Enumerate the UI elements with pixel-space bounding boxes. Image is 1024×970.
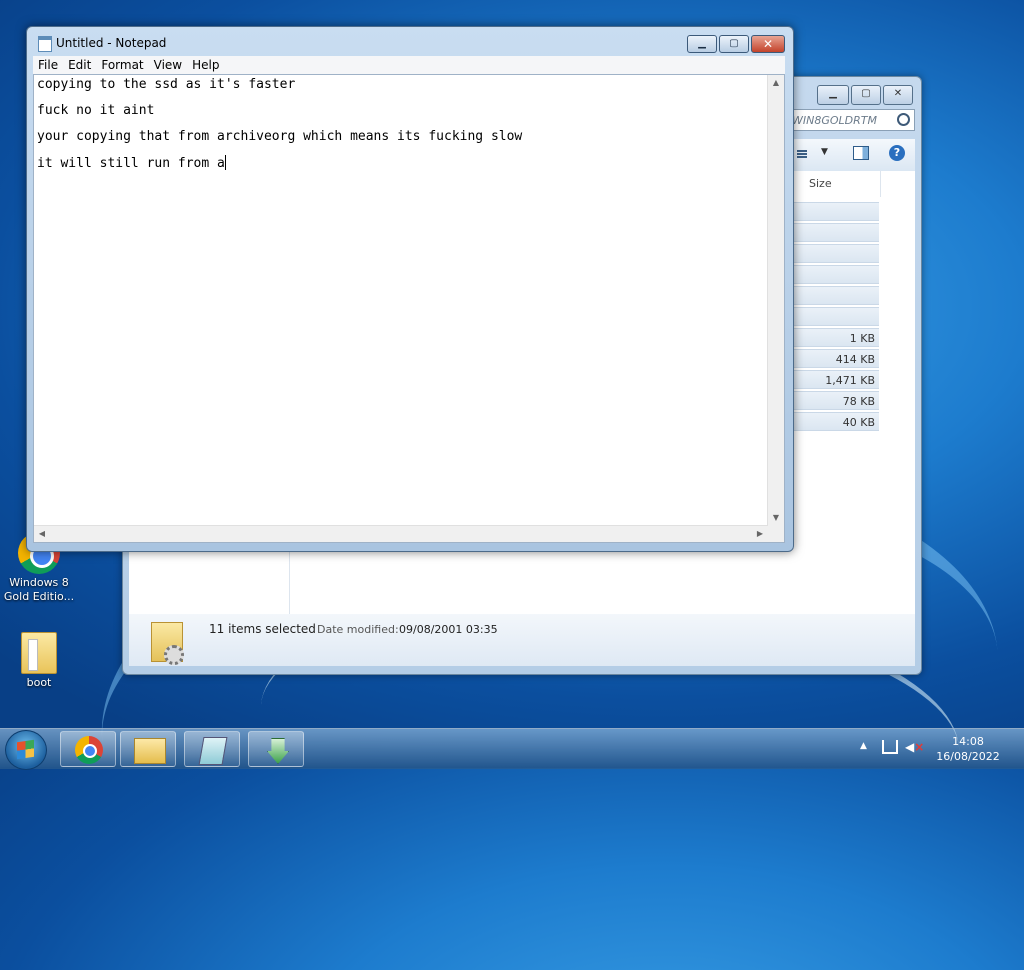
- vertical-scrollbar[interactable]: ▲ ▼: [767, 75, 784, 526]
- minimize-button[interactable]: ▁: [817, 85, 849, 105]
- minimize-button[interactable]: ▁: [687, 35, 717, 53]
- clock-time: 14:08: [952, 735, 984, 748]
- menu-file[interactable]: File: [33, 56, 63, 74]
- download-icon: [267, 738, 289, 764]
- table-row[interactable]: [793, 223, 879, 242]
- taskbar: ▲ ◀× 14:08 16/08/2022: [0, 728, 1024, 770]
- taskbar-chrome[interactable]: [60, 731, 116, 767]
- window-title: Untitled - Notepad: [56, 36, 167, 50]
- menu-edit[interactable]: Edit: [63, 56, 96, 74]
- table-row[interactable]: [793, 244, 879, 263]
- scroll-left-arrow-icon[interactable]: ◀: [34, 526, 50, 542]
- network-icon[interactable]: [882, 740, 898, 754]
- help-icon[interactable]: ?: [889, 145, 905, 161]
- desktop-icon-label: boot: [26, 676, 52, 689]
- chrome-icon: [75, 736, 103, 764]
- clock-date: 16/08/2022: [936, 750, 1000, 763]
- maximize-button[interactable]: ▢: [851, 85, 881, 105]
- editor-content[interactable]: copying to the ssd as it's faster fuck n…: [37, 77, 767, 181]
- show-hidden-icons-icon[interactable]: ▲: [860, 741, 867, 751]
- system-clock[interactable]: 14:08 16/08/2022: [926, 734, 1010, 764]
- start-button[interactable]: [5, 730, 47, 770]
- date-modified-label: Date modified:: [317, 623, 399, 636]
- notepad-icon: [38, 36, 52, 52]
- close-button[interactable]: ✕: [751, 35, 785, 53]
- menu-format[interactable]: Format: [96, 56, 148, 74]
- menu-view[interactable]: View: [149, 56, 187, 74]
- text-editor[interactable]: copying to the ssd as it's faster fuck n…: [33, 74, 785, 543]
- table-row[interactable]: [793, 265, 879, 284]
- folder-icon: [134, 738, 166, 764]
- close-button[interactable]: ✕: [883, 85, 913, 105]
- desktop-icon-label: Windows 8 Gold Editio...: [3, 576, 75, 603]
- scroll-down-arrow-icon[interactable]: ▼: [768, 510, 784, 526]
- selection-count: 11 items selected: [209, 622, 316, 636]
- table-row[interactable]: 414 KB: [793, 349, 879, 368]
- taskbar-network-app[interactable]: [248, 731, 304, 767]
- table-row[interactable]: 40 KB: [793, 412, 879, 431]
- menu-bar: File Edit Format View Help: [33, 56, 785, 74]
- horizontal-scrollbar[interactable]: ◀ ▶: [34, 525, 768, 542]
- text-line: copying to the ssd as it's faster: [37, 77, 296, 92]
- details-pane: 11 items selected Date modified: 09/08/2…: [129, 614, 915, 666]
- folder-icon: [21, 632, 57, 674]
- notepad-window[interactable]: Untitled - Notepad ▁ ▢ ✕ File Edit Format V…: [26, 26, 794, 552]
- text-line: fuck no it aint: [37, 103, 155, 118]
- scroll-up-arrow-icon[interactable]: ▲: [768, 75, 784, 91]
- table-row[interactable]: [793, 286, 879, 305]
- volume-muted-icon[interactable]: ◀×: [905, 740, 924, 754]
- notepad-icon: [198, 737, 228, 765]
- table-row[interactable]: [793, 202, 879, 221]
- text-line: your copying that from archiveorg which …: [37, 129, 523, 144]
- table-row[interactable]: 78 KB: [793, 391, 879, 410]
- table-row[interactable]: 1,471 KB: [793, 370, 879, 389]
- folder-settings-icon: [151, 622, 184, 665]
- text-line-current: it will still run from a: [37, 155, 226, 171]
- preview-pane-button[interactable]: [853, 146, 869, 160]
- menu-help[interactable]: Help: [187, 56, 224, 74]
- windows-logo-icon: [17, 739, 34, 760]
- table-row[interactable]: 1 KB: [793, 328, 879, 347]
- scrollbar-corner: [768, 526, 784, 542]
- scroll-right-arrow-icon[interactable]: ▶: [752, 526, 768, 542]
- date-modified-value: 09/08/2001 03:35: [399, 623, 498, 636]
- change-view-button[interactable]: [793, 147, 833, 163]
- table-row[interactable]: [793, 307, 879, 326]
- search-icon: [897, 113, 910, 126]
- desktop-icon-boot[interactable]: boot: [2, 632, 76, 690]
- taskbar-explorer[interactable]: [120, 731, 176, 767]
- text-caret: [224, 155, 226, 170]
- column-header-size[interactable]: Size: [793, 171, 881, 197]
- taskbar-notepad[interactable]: [184, 731, 240, 767]
- maximize-button[interactable]: ▢: [719, 35, 749, 53]
- file-size-column: 1 KB 414 KB 1,471 KB 78 KB 40 KB: [793, 202, 879, 433]
- search-input[interactable]: WIN8GOLDRTM: [787, 109, 915, 131]
